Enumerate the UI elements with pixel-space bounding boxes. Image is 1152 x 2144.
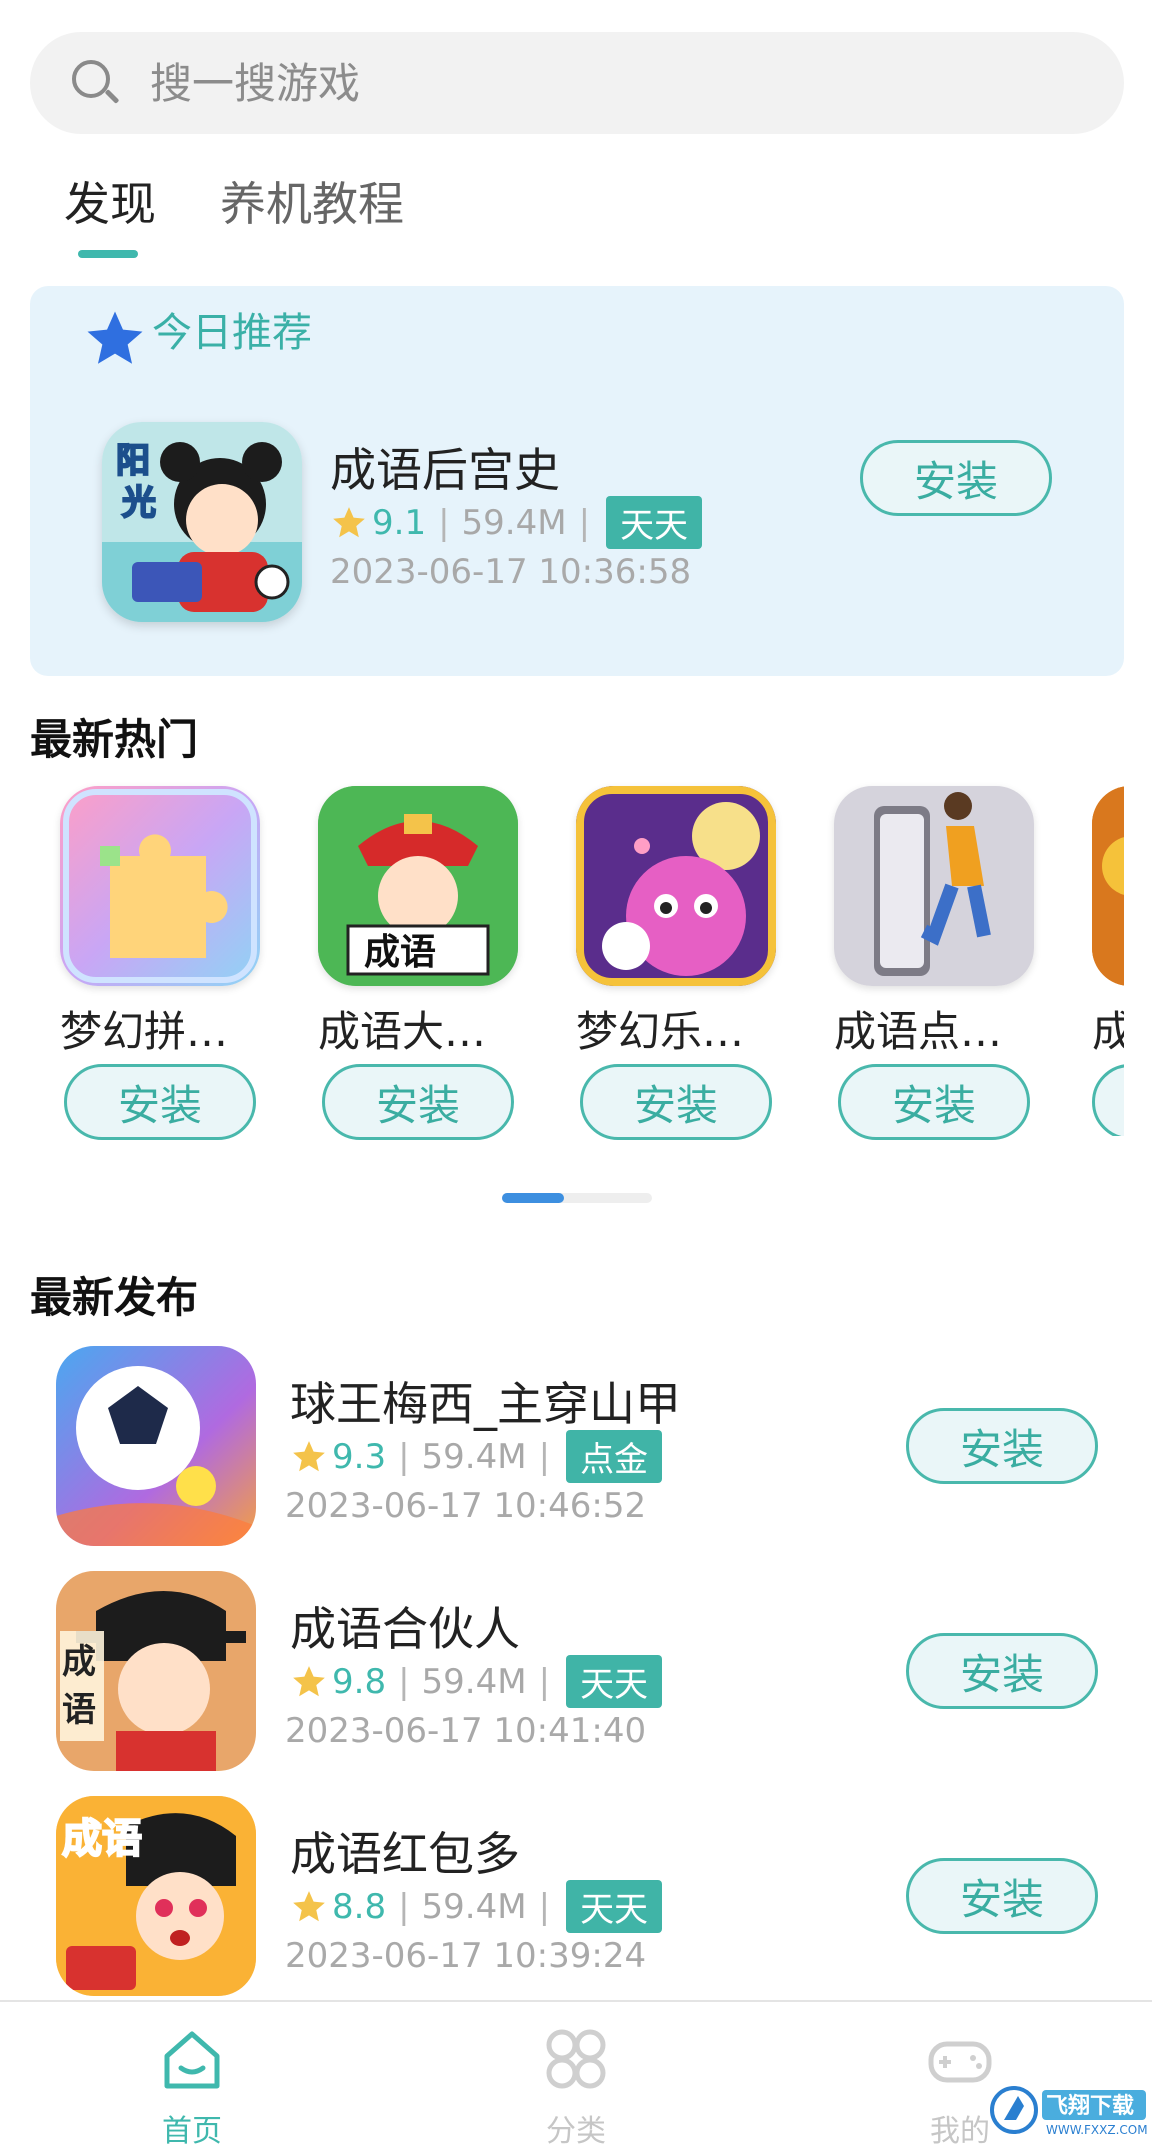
svg-text:成语: 成语	[62, 1816, 142, 1862]
search-icon	[70, 58, 120, 108]
bottom-nav: 首页 分类 我的	[0, 2000, 1152, 2144]
svg-text:WWW.FXXZ.COM: WWW.FXXZ.COM	[1046, 2123, 1148, 2137]
install-button[interactable]: 安装	[906, 1858, 1098, 1934]
game-name[interactable]: 成语大…	[318, 998, 518, 1058]
game-icon[interactable]	[834, 786, 1034, 986]
today-recommend-card: 今日推荐 阳 光 成语后宫史 9.1 | 59.4M | 天天 2023-06-…	[30, 286, 1124, 676]
recommend-title: 今日推荐	[152, 310, 312, 356]
tab-discover[interactable]: 发现	[64, 168, 156, 234]
install-button[interactable]: 安装	[906, 1633, 1098, 1709]
game-icon[interactable]	[576, 786, 776, 986]
meta-separator: |	[398, 1436, 410, 1477]
carousel-scrollbar-thumb[interactable]	[502, 1193, 564, 1203]
source-tag: 天天	[566, 1880, 663, 1933]
category-icon	[546, 2029, 606, 2089]
hot-game-item[interactable]: 梦幻拼… 安装	[60, 786, 260, 1140]
game-name[interactable]: 梦幻乐…	[576, 998, 776, 1058]
list-item[interactable]: 成 语 成语合伙人 9.8 | 59.4M | 天天 2023-06-17 10…	[0, 1571, 1152, 1771]
game-icon[interactable]: 阳 光	[102, 422, 302, 622]
hot-game-item-clipped[interactable]: 成	[1092, 786, 1124, 1136]
game-name[interactable]: 球王梅西_主穿山甲	[290, 1368, 681, 1434]
game-meta: 8.8 | 59.4M | 天天	[290, 1880, 663, 1933]
gamepad-icon	[928, 2041, 992, 2083]
game-name[interactable]: 成语点…	[834, 998, 1034, 1058]
tab-tutorial[interactable]: 养机教程	[220, 168, 404, 234]
tab-indicator	[78, 250, 138, 258]
install-button[interactable]: 安装	[860, 440, 1052, 516]
game-date: 2023-06-17 10:39:24	[285, 1936, 647, 1976]
install-button[interactable]: 安装	[322, 1064, 514, 1140]
section-title-hot: 最新热门	[30, 715, 199, 764]
size-value: 59.4M	[421, 1436, 527, 1477]
rating-value: 9.3	[332, 1436, 387, 1477]
source-tag: 天天	[606, 496, 703, 549]
game-name[interactable]: 梦幻拼…	[60, 998, 260, 1058]
rating-star-icon	[293, 1440, 325, 1471]
list-item[interactable]: 球王梅西_主穿山甲 9.3 | 59.4M | 点金 2023-06-17 10…	[0, 1346, 1152, 1546]
svg-text:成: 成	[62, 1642, 96, 1682]
star-icon	[87, 311, 143, 364]
nav-label-category: 分类	[546, 2114, 606, 2144]
install-button[interactable]	[1092, 1064, 1124, 1136]
meta-separator: |	[538, 1436, 551, 1477]
size-value: 59.4M	[421, 1661, 527, 1702]
game-meta: 9.8 | 59.4M | 天天	[290, 1655, 663, 1708]
meta-separator: |	[398, 1661, 410, 1702]
section-title-latest: 最新发布	[30, 1273, 199, 1322]
search-input[interactable]	[150, 58, 950, 108]
meta-separator: |	[578, 502, 591, 543]
install-button[interactable]: 安装	[580, 1064, 772, 1140]
svg-text:阳: 阳	[116, 441, 150, 481]
rating-value: 9.1	[372, 502, 427, 543]
carousel-scrollbar[interactable]	[502, 1193, 652, 1203]
game-meta: 9.1 | 59.4M | 天天	[330, 496, 703, 549]
rating-star-icon	[293, 1890, 325, 1921]
svg-text:飞翔下载: 飞翔下载	[1046, 2093, 1134, 2119]
game-icon[interactable]	[60, 786, 260, 986]
game-date: 2023-06-17 10:41:40	[285, 1711, 647, 1751]
nav-label-home: 首页	[162, 2114, 222, 2144]
game-date: 2023-06-17 10:36:58	[330, 552, 692, 592]
meta-separator: |	[538, 1886, 551, 1927]
rating-star-icon	[293, 1665, 325, 1696]
hot-game-item[interactable]: 梦幻乐… 安装	[576, 786, 776, 1140]
meta-separator: |	[398, 1886, 410, 1927]
search-bar[interactable]	[30, 32, 1124, 134]
rating-value: 9.8	[332, 1661, 387, 1702]
rating-star-icon	[333, 506, 365, 537]
list-item[interactable]: 成语 成语红包多 8.8 | 59.4M | 天天 2023-06-17 10:…	[0, 1796, 1152, 1996]
game-icon[interactable]: 成 语	[56, 1571, 256, 1771]
meta-separator: |	[538, 1661, 551, 1702]
svg-text:成语: 成语	[364, 932, 436, 973]
hot-game-item[interactable]: 成语点… 安装	[834, 786, 1034, 1140]
watermark-logo: 飞翔下载 WWW.FXXZ.COM	[988, 2080, 1148, 2140]
install-button[interactable]: 安装	[64, 1064, 256, 1140]
game-name[interactable]: 成语合伙人	[290, 1593, 520, 1659]
game-name[interactable]: 成	[1092, 998, 1124, 1058]
size-value: 59.4M	[421, 1886, 527, 1927]
size-value: 59.4M	[461, 502, 567, 543]
game-date: 2023-06-17 10:46:52	[285, 1486, 647, 1526]
source-tag: 点金	[566, 1430, 663, 1483]
rating-value: 8.8	[332, 1886, 387, 1927]
game-icon[interactable]: 成语	[56, 1796, 256, 1996]
game-icon[interactable]	[56, 1346, 256, 1546]
nav-item-home[interactable]: 首页	[122, 2024, 262, 2144]
game-name[interactable]: 成语后宫史	[330, 434, 560, 500]
svg-text:语: 语	[62, 1690, 96, 1730]
install-button[interactable]: 安装	[838, 1064, 1030, 1140]
game-icon[interactable]: 成语	[318, 786, 518, 986]
game-icon[interactable]	[1092, 786, 1124, 986]
game-name[interactable]: 成语红包多	[290, 1818, 520, 1884]
meta-separator: |	[438, 502, 450, 543]
nav-item-category[interactable]: 分类	[506, 2024, 646, 2144]
install-button[interactable]: 安装	[906, 1408, 1098, 1484]
hot-game-item[interactable]: 成语 成语大… 安装	[318, 786, 518, 1140]
game-meta: 9.3 | 59.4M | 点金	[290, 1430, 663, 1483]
svg-text:光: 光	[122, 483, 156, 523]
home-icon	[164, 2031, 220, 2089]
source-tag: 天天	[566, 1655, 663, 1708]
